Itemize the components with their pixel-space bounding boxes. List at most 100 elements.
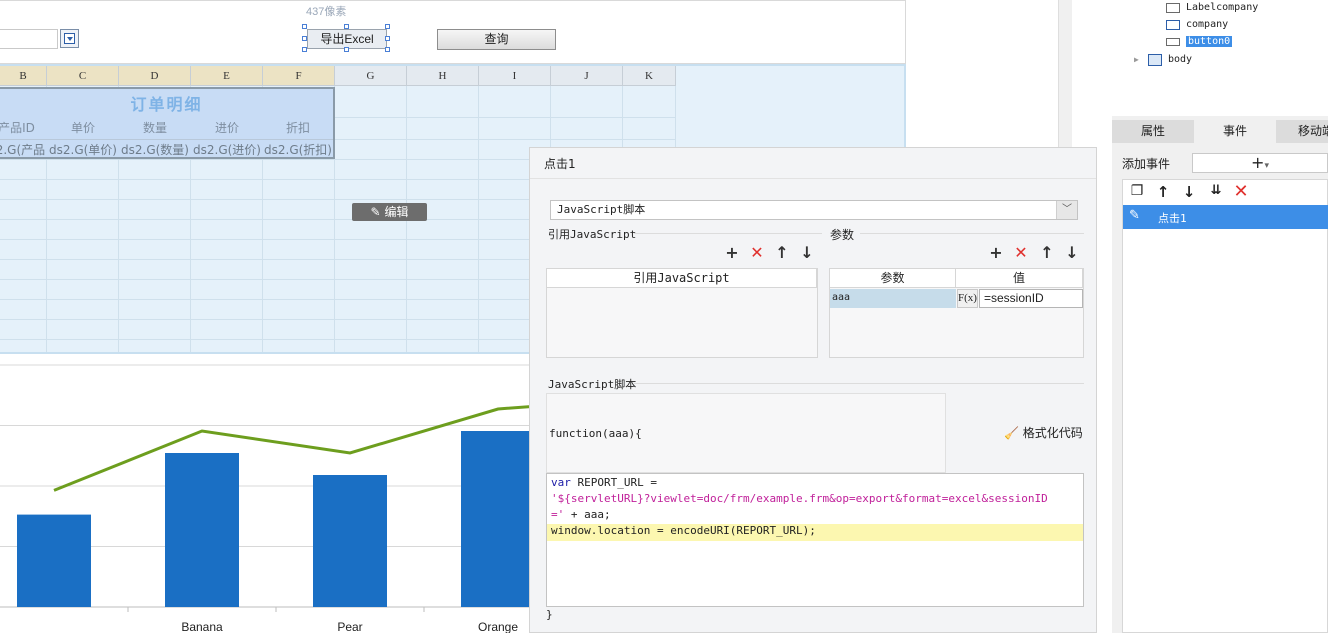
code-line-1: var REPORT_URL =	[551, 476, 657, 489]
combo-input[interactable]	[0, 29, 58, 49]
params-table[interactable]: 参数 值 aaa F(x) =sessionID	[829, 268, 1084, 358]
tree-item-label: button0	[1186, 36, 1233, 47]
param-value-input[interactable]: =sessionID	[979, 289, 1083, 308]
selection-handle[interactable]	[302, 47, 307, 52]
section-divider	[634, 383, 1084, 384]
delete-icon[interactable]: ✕	[1012, 244, 1030, 262]
code-editor[interactable]: var REPORT_URL = '${servletURL}?viewlet=…	[546, 473, 1084, 607]
column-header-e[interactable]: E	[191, 66, 263, 86]
function-close-brace: }	[546, 608, 553, 621]
selection-handle[interactable]	[344, 24, 349, 29]
order-detail-block[interactable]: 订单明细 产品ID 单价 数量 进价 折扣 ds2.G(产品 ds2.G(单价)…	[0, 87, 335, 159]
series-line	[53, 405, 530, 492]
order-header-cost: 进价	[214, 121, 239, 135]
column-header-k[interactable]: K	[623, 66, 676, 86]
column-header-h[interactable]: H	[407, 66, 479, 86]
move-up-icon[interactable]: ↑	[773, 244, 791, 262]
selection-handle[interactable]	[302, 24, 307, 29]
script-section-label: JavaScript脚本	[548, 378, 637, 391]
order-cell-quantity[interactable]: ds2.G(数量)	[119, 139, 191, 159]
event-item-label: 点击1	[1158, 212, 1187, 225]
button-icon	[1166, 38, 1180, 46]
move-down-icon[interactable]: ↓	[1063, 244, 1081, 262]
selection-handle[interactable]	[344, 47, 349, 52]
tree-item-button0[interactable]: button0	[1166, 34, 1233, 50]
export-excel-button[interactable]: 导出Excel	[307, 29, 387, 49]
tree-item-company[interactable]: company	[1166, 17, 1228, 33]
code-keyword: var	[551, 476, 571, 489]
move-up-icon[interactable]: ↑	[1038, 244, 1056, 262]
ref-js-column-header: 引用JavaScript	[547, 269, 817, 288]
add-event-dropdown[interactable]: +▾	[1192, 153, 1328, 173]
event-item[interactable]: ✎ 点击1	[1123, 205, 1328, 229]
selection-handle[interactable]	[385, 36, 390, 41]
query-button[interactable]: 查询	[437, 29, 556, 50]
move-bottom-icon[interactable]: ⇊	[1206, 183, 1226, 201]
column-header-c[interactable]: C	[47, 66, 119, 86]
code-line-3: =' + aaa;	[551, 508, 611, 521]
expand-arrow-icon[interactable]: ▶	[1134, 52, 1139, 68]
section-divider	[860, 233, 1084, 234]
tab-events[interactable]: 事件	[1194, 120, 1276, 143]
delete-icon[interactable]: ✕	[748, 244, 766, 262]
add-icon[interactable]: +	[723, 244, 741, 262]
move-up-icon[interactable]: ↑	[1154, 183, 1172, 201]
column-header-b[interactable]: B	[0, 66, 47, 86]
selection-handle[interactable]	[385, 24, 390, 29]
param-column-header: 参数	[830, 269, 956, 288]
column-header-f[interactable]: F	[263, 66, 335, 86]
copy-icon[interactable]: ❐	[1128, 183, 1146, 201]
tree-item-body[interactable]: ▶ body	[1134, 52, 1192, 68]
bar	[313, 475, 387, 607]
tree-item-labelcompany[interactable]: Labelcompany	[1166, 0, 1258, 16]
column-header-i[interactable]: I	[479, 66, 551, 86]
column-header-d[interactable]: D	[119, 66, 191, 86]
x-tick-label: Orange	[478, 620, 518, 633]
edit-button[interactable]: ✎ 编辑	[352, 203, 427, 221]
order-cell-discount[interactable]: ds2.G(折扣)	[263, 139, 333, 159]
order-header-discount: 折扣	[285, 121, 310, 135]
add-icon[interactable]: +	[987, 244, 1005, 262]
code-text: REPORT_URL =	[570, 476, 657, 489]
section-divider	[634, 233, 822, 234]
order-cell-cost[interactable]: ds2.G(进价)	[191, 139, 263, 159]
delete-icon[interactable]: ✕	[1232, 181, 1250, 202]
combo-dropdown-icon[interactable]	[60, 29, 79, 48]
x-tick-label: Banana	[181, 620, 223, 633]
event-list-panel	[1122, 179, 1328, 633]
edit-button-label: 编辑	[384, 205, 409, 219]
column-header-j[interactable]: J	[551, 66, 623, 86]
selection-handle[interactable]	[385, 47, 390, 52]
bar	[17, 514, 91, 607]
move-down-icon[interactable]: ↓	[798, 244, 816, 262]
selection-handle[interactable]	[302, 36, 307, 41]
ref-js-section-label: 引用JavaScript	[548, 228, 637, 241]
bar	[165, 453, 239, 607]
formula-icon[interactable]: F(x)	[957, 289, 978, 308]
order-header-quantity: 数量	[142, 121, 167, 135]
param-name-cell[interactable]: aaa	[830, 289, 956, 308]
order-cell-price[interactable]: ds2.G(单价)	[47, 139, 119, 159]
script-type-select[interactable]: JavaScript脚本 ﹀	[550, 200, 1078, 220]
widget-tree[interactable]: Labelcompany company button0 ▶ body	[1112, 0, 1328, 116]
tab-properties[interactable]: 属性	[1112, 120, 1194, 143]
add-event-plus-icon: +	[1251, 153, 1265, 172]
tab-mobile[interactable]: 移动端	[1276, 120, 1328, 143]
format-code-button[interactable]: 🧹 格式化代码	[1004, 424, 1083, 441]
ref-js-table[interactable]: 引用JavaScript	[546, 268, 818, 358]
tree-item-label: body	[1168, 54, 1193, 65]
bar	[461, 431, 530, 607]
tree-item-label: Labelcompany	[1186, 2, 1259, 13]
order-header-price: 单价	[70, 121, 95, 135]
function-signature-area: function(aaa){	[546, 393, 946, 473]
params-section-label: 参数	[830, 228, 855, 242]
order-cell-product-id[interactable]: ds2.G(产品	[0, 139, 47, 159]
code-string: ='	[551, 508, 565, 521]
event-dialog: 点击1 JavaScript脚本 ﹀ 引用JavaScript 参数 + ✕ ↑…	[529, 147, 1097, 633]
move-down-icon[interactable]: ↓	[1180, 183, 1198, 201]
dialog-title: 点击1	[544, 157, 576, 171]
column-header-g[interactable]: G	[335, 66, 407, 86]
combobox-icon	[1166, 20, 1180, 30]
bar-line-chart[interactable]: Banana Pear Orange	[0, 355, 530, 633]
function-signature: function(aaa){	[549, 427, 642, 440]
